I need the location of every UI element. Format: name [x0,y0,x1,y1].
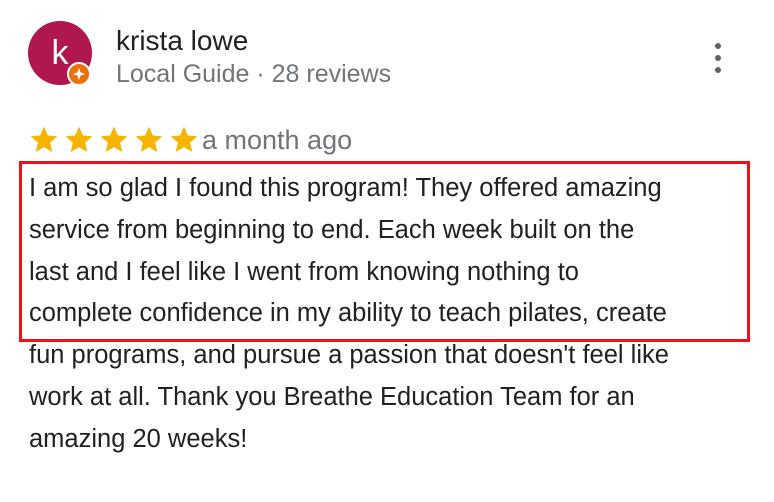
more-vert-icon-dot [715,55,721,61]
star-icon [100,126,128,152]
highlight-box [19,161,750,342]
review-date: a month ago [202,125,353,155]
review-text-line: work at all. Thank you Breathe Education… [29,382,635,411]
avatar-initial: k [51,34,69,72]
star-rating [28,124,203,156]
star-icon [170,126,198,152]
more-options-button[interactable] [704,40,732,76]
star-icon [135,126,163,152]
more-vert-icon-dot [715,67,721,73]
more-vert-icon-dot [715,43,721,49]
star-icon [65,126,93,152]
author-meta[interactable]: Local Guide · 28 reviews [116,58,391,90]
star-icon [30,126,58,152]
review-text-line: amazing 20 weeks! [29,424,248,453]
review-card: k krista lowe Local Guide · 28 reviews a… [0,0,774,502]
author-name[interactable]: krista lowe [116,24,248,58]
local-guide-badge-icon [67,62,91,86]
